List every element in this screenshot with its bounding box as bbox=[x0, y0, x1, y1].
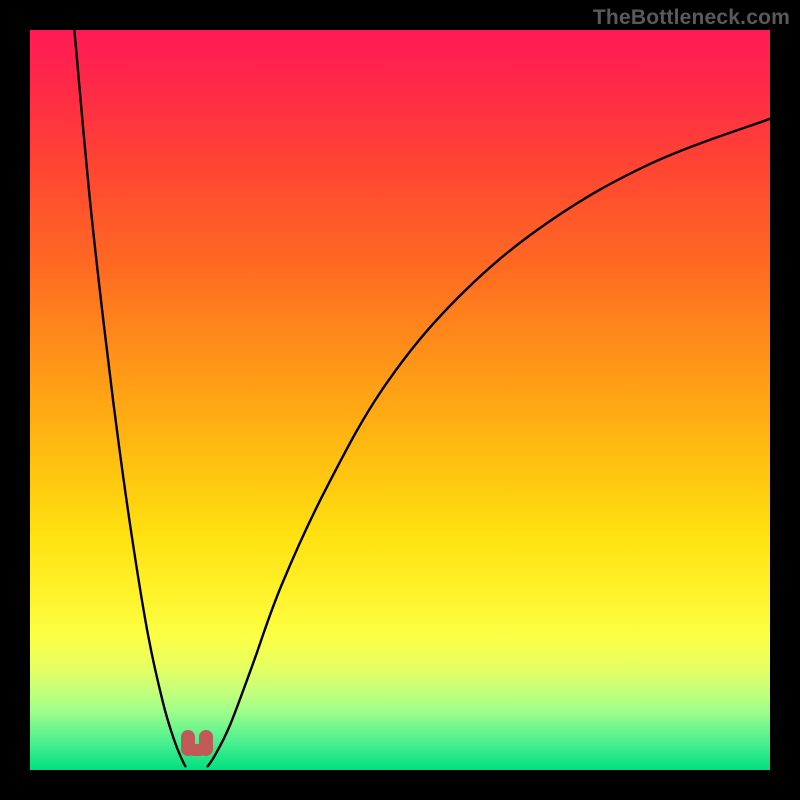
chart-area bbox=[30, 30, 770, 770]
optimum-marker bbox=[181, 730, 213, 756]
curve-left-branch bbox=[74, 30, 185, 766]
marker-bridge bbox=[188, 744, 206, 756]
bottleneck-curve bbox=[30, 30, 770, 770]
watermark-text: TheBottleneck.com bbox=[593, 6, 790, 30]
curve-right-branch bbox=[208, 119, 770, 767]
